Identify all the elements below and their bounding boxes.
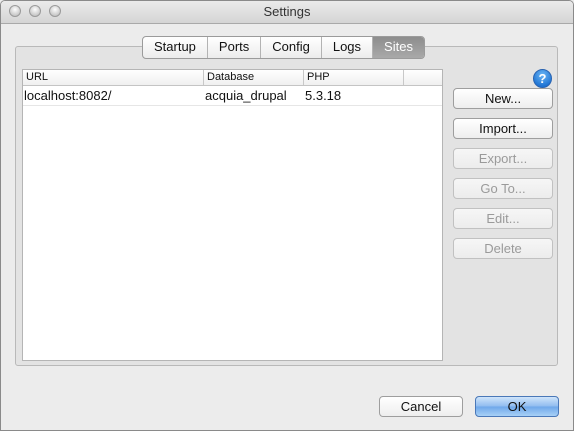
settings-window: Settings Startup Ports Config Logs Sites… bbox=[0, 0, 574, 431]
cell-database: acquia_drupal bbox=[205, 88, 287, 103]
column-header-url[interactable]: URL bbox=[23, 70, 204, 85]
sites-table[interactable]: URL Database PHP localhost:8082/ acquia_… bbox=[22, 69, 443, 361]
export-site-button[interactable]: Export... bbox=[453, 148, 553, 169]
cell-php: 5.3.18 bbox=[305, 88, 342, 103]
column-header-database[interactable]: Database bbox=[204, 70, 304, 85]
table-row[interactable]: localhost:8082/ acquia_drupal 5.3.18 bbox=[23, 86, 442, 106]
new-site-button[interactable]: New... bbox=[453, 88, 553, 109]
cancel-button[interactable]: Cancel bbox=[379, 396, 463, 417]
title-bar[interactable]: Settings bbox=[1, 1, 573, 24]
goto-site-button[interactable]: Go To... bbox=[453, 178, 553, 199]
tab-startup[interactable]: Startup bbox=[143, 37, 208, 58]
column-header-php[interactable]: PHP bbox=[304, 70, 404, 85]
delete-site-button[interactable]: Delete bbox=[453, 238, 553, 259]
window-title: Settings bbox=[263, 4, 311, 19]
tab-ports[interactable]: Ports bbox=[208, 37, 262, 58]
import-site-button[interactable]: Import... bbox=[453, 118, 553, 139]
edit-site-button[interactable]: Edit... bbox=[453, 208, 553, 229]
cell-url: localhost:8082/ bbox=[24, 88, 112, 103]
help-icon[interactable]: ? bbox=[533, 69, 552, 88]
tab-sites[interactable]: Sites bbox=[373, 37, 424, 58]
settings-tabs: Startup Ports Config Logs Sites bbox=[142, 36, 425, 59]
ok-button[interactable]: OK bbox=[475, 396, 559, 417]
column-header-filler bbox=[404, 70, 442, 85]
table-header: URL Database PHP bbox=[23, 70, 442, 86]
tab-config[interactable]: Config bbox=[261, 37, 322, 58]
tab-logs[interactable]: Logs bbox=[322, 37, 374, 58]
